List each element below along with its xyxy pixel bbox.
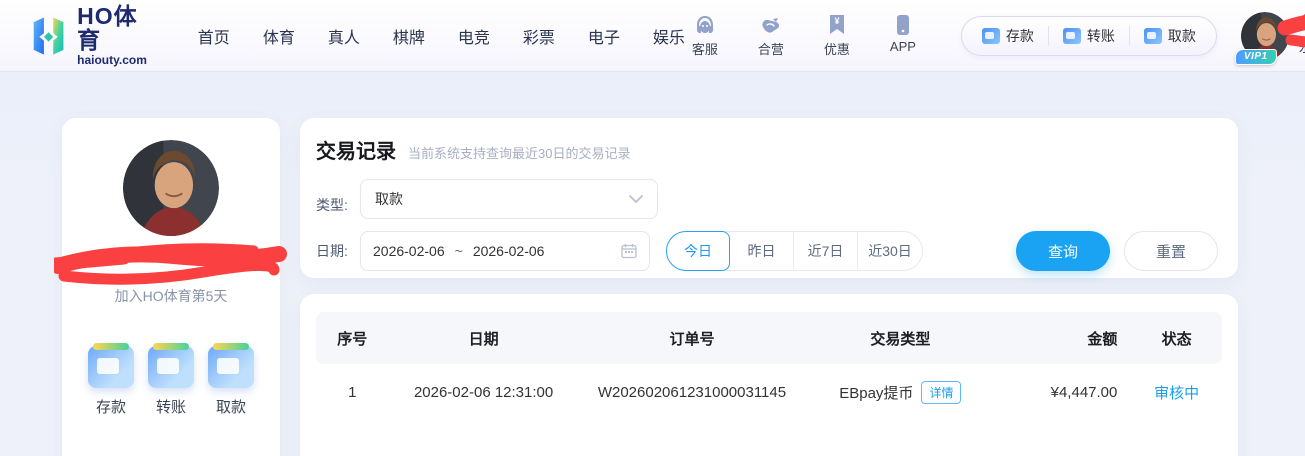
sidebar-transfer-button[interactable]: 转账 [148, 346, 194, 417]
type-select-value: 取款 [375, 189, 403, 209]
logo-title: HO体育 [77, 4, 152, 52]
transfer-button[interactable]: 转账 [1048, 26, 1129, 46]
promotions-button[interactable]: ¥ 优惠 [817, 13, 857, 58]
date-end-value: 2026-02-06 [473, 243, 545, 259]
quick-icon-group: 客服 合营 ¥ 优惠 APP [685, 13, 923, 58]
customer-service-label: 客服 [692, 39, 718, 58]
type-select[interactable]: 取款 [360, 179, 658, 219]
svg-text:¥: ¥ [834, 16, 839, 26]
nav-item-home[interactable]: 首页 [198, 24, 230, 48]
partnership-label: 合营 [758, 39, 784, 58]
header-date: 日期 [388, 328, 578, 349]
range-today-button[interactable]: 今日 [666, 231, 730, 271]
vip-badge: VIP1 [1235, 49, 1277, 65]
page-title: 交易记录 [316, 135, 396, 164]
range-yesterday-button[interactable]: 昨日 [730, 231, 794, 271]
type-label: 类型: [316, 195, 360, 215]
nav-item-live[interactable]: 真人 [328, 24, 360, 48]
profile-sidebar: 加入HO体育第5天 存款 转账 取款 个人资料 [62, 118, 280, 456]
handshake-icon [759, 13, 783, 37]
user-block[interactable]: VIP1 永久网址：haiouty.com [1241, 12, 1305, 60]
date-label: 日期: [316, 241, 360, 261]
header-status: 状态 [1131, 328, 1222, 349]
withdraw-button[interactable]: 取款 [1129, 26, 1210, 46]
cell-order: W202602061231000031145 [579, 384, 806, 401]
transfer-label: 转账 [1087, 26, 1115, 46]
red-scribble-overlay [54, 240, 299, 286]
cell-seq: 1 [316, 384, 388, 401]
nav-item-esports[interactable]: 电竞 [458, 24, 490, 48]
header-order: 订单号 [579, 328, 806, 349]
deposit-label: 存款 [96, 396, 126, 417]
cell-status: 审核中 [1131, 382, 1222, 403]
transfer-label: 转账 [156, 396, 186, 417]
withdraw-icon [1144, 28, 1162, 44]
transfer-icon [148, 346, 194, 388]
logo-domain: haiouty.com [77, 54, 152, 67]
chevron-down-icon [629, 195, 643, 204]
header-amount: 金额 [995, 328, 1131, 349]
nav-item-slots[interactable]: 电子 [588, 24, 620, 48]
calendar-icon [621, 243, 637, 259]
join-days-text: 加入HO体育第5天 [62, 286, 280, 306]
headset-icon [693, 13, 717, 37]
sidebar-deposit-button[interactable]: 存款 [88, 346, 134, 417]
site-logo[interactable]: HO体育 haiouty.com [30, 4, 152, 67]
deposit-icon [88, 346, 134, 388]
main-content: 交易记录 当前系统支持查询最近30日的交易记录 类型: 取款 日期: 2026-… [300, 118, 1238, 456]
range-7days-button[interactable]: 近7日 [794, 231, 858, 271]
app-download-button[interactable]: APP [883, 13, 923, 54]
permanent-url: 永久网址：haiouty.com [1299, 37, 1305, 56]
table-header: 序号 日期 订单号 交易类型 金额 状态 [316, 312, 1222, 364]
nav-item-entertainment[interactable]: 娱乐 [653, 24, 685, 48]
detail-button[interactable]: 详情 [921, 381, 961, 404]
nav-item-chess[interactable]: 棋牌 [393, 24, 425, 48]
withdraw-label: 取款 [1168, 26, 1196, 46]
date-start-value: 2026-02-06 [373, 243, 445, 259]
cell-type: EBpay提币 详情 [805, 381, 995, 404]
transfer-icon [1063, 28, 1081, 44]
transactions-table-card: 序号 日期 订单号 交易类型 金额 状态 1 2026-02-06 12:31:… [300, 294, 1238, 456]
top-navbar: HO体育 haiouty.com 首页 体育 真人 棋牌 电竞 彩票 电子 娱乐… [0, 0, 1305, 72]
page-subtitle: 当前系统支持查询最近30日的交易记录 [408, 143, 630, 162]
sidebar-withdraw-button[interactable]: 取款 [208, 346, 254, 417]
search-button[interactable]: 查询 [1016, 231, 1110, 271]
quick-range-group: 今日 昨日 近7日 近30日 [666, 231, 923, 271]
wallet-actions-pill: 存款 转账 取款 [961, 16, 1217, 56]
nav-item-lottery[interactable]: 彩票 [523, 24, 555, 48]
phone-icon [895, 13, 911, 37]
app-label: APP [890, 39, 916, 54]
sidebar-actions: 存款 转账 取款 [62, 346, 280, 417]
reset-button[interactable]: 重置 [1124, 231, 1218, 271]
profile-avatar[interactable] [123, 140, 219, 236]
deposit-label: 存款 [1006, 26, 1034, 46]
withdraw-icon [208, 346, 254, 388]
transaction-type-text: EBpay提币 [839, 382, 913, 403]
coupon-icon: ¥ [826, 13, 848, 37]
customer-service-button[interactable]: 客服 [685, 13, 725, 58]
cell-date: 2026-02-06 12:31:00 [388, 384, 578, 401]
deposit-button[interactable]: 存款 [968, 26, 1048, 46]
profile-vip-chip [212, 252, 242, 266]
logo-h-icon [30, 14, 67, 58]
promotions-label: 优惠 [824, 39, 850, 58]
table-row: 1 2026-02-06 12:31:00 W20260206123100003… [316, 364, 1222, 420]
range-30days-button[interactable]: 近30日 [858, 231, 922, 271]
cell-amount: ¥4,447.00 [995, 384, 1131, 401]
withdraw-label: 取款 [216, 396, 246, 417]
header-seq: 序号 [316, 328, 388, 349]
username-redacted [1299, 15, 1305, 33]
deposit-icon [982, 28, 1000, 44]
partnership-button[interactable]: 合营 [751, 13, 791, 58]
header-type: 交易类型 [805, 328, 995, 349]
nav-item-sports[interactable]: 体育 [263, 24, 295, 48]
main-nav: 首页 体育 真人 棋牌 电竞 彩票 电子 娱乐 [198, 24, 685, 48]
date-range-input[interactable]: 2026-02-06 ~ 2026-02-06 [360, 231, 650, 271]
filter-card: 交易记录 当前系统支持查询最近30日的交易记录 类型: 取款 日期: 2026-… [300, 118, 1238, 278]
profile-name-redacted [62, 242, 280, 284]
date-separator: ~ [455, 243, 463, 259]
avatar[interactable]: VIP1 [1241, 12, 1289, 60]
